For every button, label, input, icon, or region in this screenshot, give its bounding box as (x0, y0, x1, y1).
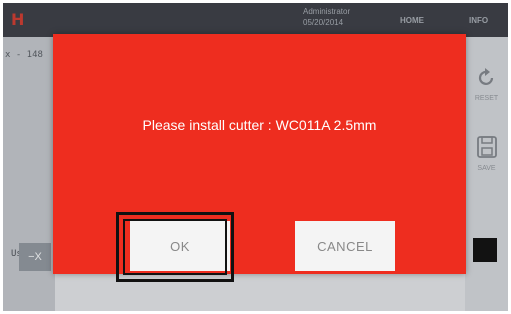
dialog-message: Please install cutter : WC011A 2.5mm (142, 117, 377, 133)
cancel-button[interactable]: CANCEL (295, 221, 395, 271)
ok-focus-inner (123, 219, 227, 275)
install-cutter-dialog: Please install cutter : WC011A 2.5mm OK … (53, 34, 466, 274)
ok-focus-highlight (116, 212, 234, 282)
device-screen: H Administrator 05/20/2014 HOME INFO x -… (3, 3, 508, 311)
